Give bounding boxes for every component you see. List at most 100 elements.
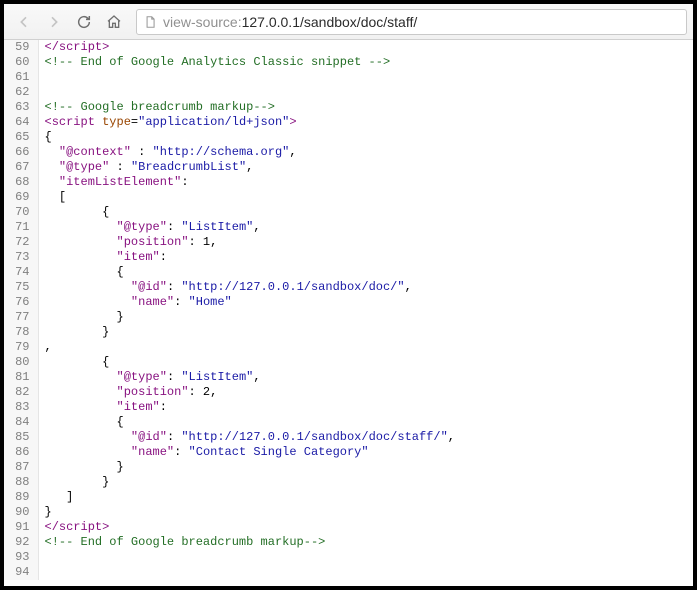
source-scroll[interactable]: 59</script>60<!-- End of Google Analytic… — [4, 40, 693, 586]
line-number: 71 — [4, 220, 38, 235]
url-prefix: view-source: — [163, 14, 242, 30]
line-number: 84 — [4, 415, 38, 430]
line-source[interactable]: "name": "Home" — [38, 295, 455, 310]
line-number: 86 — [4, 445, 38, 460]
line-source[interactable]: "position": 1, — [38, 235, 455, 250]
line-number: 90 — [4, 505, 38, 520]
line-number: 61 — [4, 70, 38, 85]
line-source[interactable]: { — [38, 355, 455, 370]
source-line: 82 "position": 2, — [4, 385, 455, 400]
source-line: 68 "itemListElement": — [4, 175, 455, 190]
source-line: 66 "@context" : "http://schema.org", — [4, 145, 455, 160]
line-source[interactable]: } — [38, 325, 455, 340]
line-number: 64 — [4, 115, 38, 130]
source-line: 89 ] — [4, 490, 455, 505]
source-line: 80 { — [4, 355, 455, 370]
source-line: 85 "@id": "http://127.0.0.1/sandbox/doc/… — [4, 430, 455, 445]
line-source[interactable]: <script type="application/ld+json"> — [38, 115, 455, 130]
line-source[interactable]: { — [38, 265, 455, 280]
line-source[interactable]: "@context" : "http://schema.org", — [38, 145, 455, 160]
line-number: 67 — [4, 160, 38, 175]
page-icon — [143, 15, 157, 29]
line-source[interactable]: "name": "Contact Single Category" — [38, 445, 455, 460]
line-source[interactable]: } — [38, 505, 455, 520]
line-number: 92 — [4, 535, 38, 550]
line-source[interactable]: "item": — [38, 400, 455, 415]
source-line: 77 } — [4, 310, 455, 325]
source-line: 62 — [4, 85, 455, 100]
line-number: 62 — [4, 85, 38, 100]
back-button[interactable] — [10, 8, 38, 36]
line-source[interactable]: </script> — [38, 40, 455, 55]
line-number: 76 — [4, 295, 38, 310]
line-number: 68 — [4, 175, 38, 190]
browser-window: view-source:127.0.0.1/sandbox/doc/staff/… — [4, 4, 693, 586]
line-source[interactable]: "@id": "http://127.0.0.1/sandbox/doc/", — [38, 280, 455, 295]
source-line: 71 "@type": "ListItem", — [4, 220, 455, 235]
source-line: 73 "item": — [4, 250, 455, 265]
source-line: 81 "@type": "ListItem", — [4, 370, 455, 385]
line-source[interactable]: "@type": "ListItem", — [38, 220, 455, 235]
line-source[interactable]: "@id": "http://127.0.0.1/sandbox/doc/sta… — [38, 430, 455, 445]
line-source[interactable]: "item": — [38, 250, 455, 265]
reload-button[interactable] — [70, 8, 98, 36]
url-main: 127.0.0.1/sandbox/doc/staff/ — [242, 14, 418, 30]
line-number: 75 — [4, 280, 38, 295]
line-source[interactable]: , — [38, 340, 455, 355]
line-source[interactable] — [38, 565, 455, 580]
line-source[interactable]: </script> — [38, 520, 455, 535]
source-line: 94 — [4, 565, 455, 580]
line-number: 78 — [4, 325, 38, 340]
source-line: 83 "item": — [4, 400, 455, 415]
line-number: 70 — [4, 205, 38, 220]
line-source[interactable] — [38, 85, 455, 100]
line-number: 59 — [4, 40, 38, 55]
line-number: 77 — [4, 310, 38, 325]
line-source[interactable] — [38, 550, 455, 565]
source-line: 59</script> — [4, 40, 455, 55]
line-number: 85 — [4, 430, 38, 445]
line-number: 81 — [4, 370, 38, 385]
address-bar[interactable]: view-source:127.0.0.1/sandbox/doc/staff/ — [136, 9, 687, 35]
source-code-table: 59</script>60<!-- End of Google Analytic… — [4, 40, 455, 580]
line-source[interactable]: { — [38, 205, 455, 220]
line-number: 89 — [4, 490, 38, 505]
source-line: 74 { — [4, 265, 455, 280]
browser-toolbar: view-source:127.0.0.1/sandbox/doc/staff/ — [4, 4, 693, 40]
source-line: 70 { — [4, 205, 455, 220]
source-line: 65{ — [4, 130, 455, 145]
line-number: 94 — [4, 565, 38, 580]
line-number: 72 — [4, 235, 38, 250]
line-source[interactable]: } — [38, 310, 455, 325]
url-text: view-source:127.0.0.1/sandbox/doc/staff/ — [163, 14, 417, 30]
line-source[interactable]: "@type" : "BreadcrumbList", — [38, 160, 455, 175]
line-source[interactable]: ] — [38, 490, 455, 505]
source-line: 67 "@type" : "BreadcrumbList", — [4, 160, 455, 175]
source-line: 79, — [4, 340, 455, 355]
line-source[interactable]: { — [38, 130, 455, 145]
line-number: 83 — [4, 400, 38, 415]
source-line: 63<!-- Google breadcrumb markup--> — [4, 100, 455, 115]
source-line: 91</script> — [4, 520, 455, 535]
line-source[interactable]: <!-- End of Google Analytics Classic sni… — [38, 55, 455, 70]
home-button[interactable] — [100, 8, 128, 36]
source-line: 86 "name": "Contact Single Category" — [4, 445, 455, 460]
line-source[interactable]: "@type": "ListItem", — [38, 370, 455, 385]
line-source[interactable]: } — [38, 475, 455, 490]
source-line: 61 — [4, 70, 455, 85]
line-source[interactable]: } — [38, 460, 455, 475]
source-line: 90} — [4, 505, 455, 520]
line-source[interactable]: { — [38, 415, 455, 430]
line-number: 74 — [4, 265, 38, 280]
line-source[interactable]: <!-- Google breadcrumb markup--> — [38, 100, 455, 115]
line-source[interactable]: <!-- End of Google breadcrumb markup--> — [38, 535, 455, 550]
line-number: 87 — [4, 460, 38, 475]
line-number: 60 — [4, 55, 38, 70]
line-source[interactable]: "itemListElement": — [38, 175, 455, 190]
line-number: 79 — [4, 340, 38, 355]
line-source[interactable] — [38, 70, 455, 85]
viewport: 59</script>60<!-- End of Google Analytic… — [4, 40, 693, 586]
line-source[interactable]: [ — [38, 190, 455, 205]
forward-button[interactable] — [40, 8, 68, 36]
line-source[interactable]: "position": 2, — [38, 385, 455, 400]
